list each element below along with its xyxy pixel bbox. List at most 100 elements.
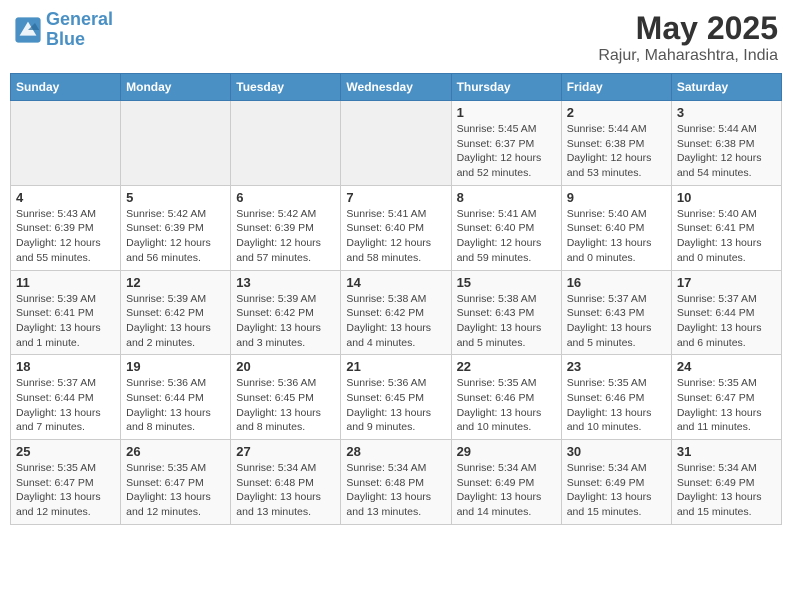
calendar-cell: 15Sunrise: 5:38 AM Sunset: 6:43 PM Dayli… <box>451 270 561 355</box>
day-number: 18 <box>16 359 115 374</box>
calendar-cell: 11 Sunrise: 5:39 AM Sunset: 6:41 PM Dayli… <box>11 270 121 355</box>
day-number: 4 <box>16 190 115 205</box>
day-number: 24 <box>677 359 776 374</box>
calendar-cell: 30Sunrise: 5:34 AM Sunset: 6:49 PM Dayli… <box>561 440 671 525</box>
day-info: Sunrise: 5:34 AM Sunset: 6:49 PM Dayligh… <box>677 461 776 520</box>
page-header: General Blue May 2025 Rajur, Maharashtra… <box>10 10 782 65</box>
day-info: Sunrise: 5:37 AM Sunset: 6:43 PM Dayligh… <box>567 292 666 351</box>
calendar-cell: 28Sunrise: 5:34 AM Sunset: 6:48 PM Dayli… <box>341 440 451 525</box>
day-number: 8 <box>457 190 556 205</box>
day-info: Sunrise: 5:34 AM Sunset: 6:48 PM Dayligh… <box>236 461 335 520</box>
day-header-sunday: Sunday <box>11 74 121 101</box>
calendar-cell: 4 Sunrise: 5:43 AM Sunset: 6:39 PM Daylig… <box>11 185 121 270</box>
calendar-cell: 25 Sunrise: 5:35 AM Sunset: 6:47 PM Dayli… <box>11 440 121 525</box>
day-number: 12 <box>126 275 225 290</box>
calendar-cell: 1 Sunrise: 5:45 AM Sunset: 6:37 PM Daylig… <box>451 101 561 186</box>
calendar-cell: 14Sunrise: 5:38 AM Sunset: 6:42 PM Dayli… <box>341 270 451 355</box>
calendar-cell: 3Sunrise: 5:44 AM Sunset: 6:38 PM Daylig… <box>671 101 781 186</box>
calendar-cell: 10 Sunrise: 5:40 AM Sunset: 6:41 PM Dayli… <box>671 185 781 270</box>
day-number: 23 <box>567 359 666 374</box>
calendar-cell: 8 Sunrise: 5:41 AM Sunset: 6:40 PM Daylig… <box>451 185 561 270</box>
day-number: 21 <box>346 359 445 374</box>
calendar-cell: 19Sunrise: 5:36 AM Sunset: 6:44 PM Dayli… <box>121 355 231 440</box>
day-header-saturday: Saturday <box>671 74 781 101</box>
day-info: Sunrise: 5:45 AM Sunset: 6:37 PM Dayligh… <box>457 122 556 181</box>
day-header-thursday: Thursday <box>451 74 561 101</box>
day-number: 17 <box>677 275 776 290</box>
day-info: Sunrise: 5:41 AM Sunset: 6:40 PM Dayligh… <box>346 207 445 266</box>
calendar-cell: 29 Sunrise: 5:34 AM Sunset: 6:49 PM Dayli… <box>451 440 561 525</box>
calendar-cell <box>11 101 121 186</box>
calendar-cell: 6Sunrise: 5:42 AM Sunset: 6:39 PM Daylig… <box>231 185 341 270</box>
day-info: Sunrise: 5:37 AM Sunset: 6:44 PM Dayligh… <box>677 292 776 351</box>
page-subtitle: Rajur, Maharashtra, India <box>598 47 778 65</box>
day-number: 7 <box>346 190 445 205</box>
calendar-cell: 20 Sunrise: 5:36 AM Sunset: 6:45 PM Dayli… <box>231 355 341 440</box>
day-number: 25 <box>16 444 115 459</box>
day-info: Sunrise: 5:35 AM Sunset: 6:47 PM Dayligh… <box>16 461 115 520</box>
day-info: Sunrise: 5:39 AM Sunset: 6:42 PM Dayligh… <box>126 292 225 351</box>
logo: General Blue <box>14 10 113 50</box>
calendar-cell: 13Sunrise: 5:39 AM Sunset: 6:42 PM Dayli… <box>231 270 341 355</box>
day-header-tuesday: Tuesday <box>231 74 341 101</box>
calendar-cell <box>341 101 451 186</box>
calendar-cell: 18 Sunrise: 5:37 AM Sunset: 6:44 PM Dayli… <box>11 355 121 440</box>
calendar-cell: 16Sunrise: 5:37 AM Sunset: 6:43 PM Dayli… <box>561 270 671 355</box>
day-number: 5 <box>126 190 225 205</box>
day-info: Sunrise: 5:43 AM Sunset: 6:39 PM Dayligh… <box>16 207 115 266</box>
day-number: 2 <box>567 105 666 120</box>
day-info: Sunrise: 5:42 AM Sunset: 6:39 PM Dayligh… <box>126 207 225 266</box>
calendar-week-0: 1 Sunrise: 5:45 AM Sunset: 6:37 PM Daylig… <box>11 101 782 186</box>
calendar-cell: 31 Sunrise: 5:34 AM Sunset: 6:49 PM Dayli… <box>671 440 781 525</box>
day-info: Sunrise: 5:39 AM Sunset: 6:41 PM Dayligh… <box>16 292 115 351</box>
calendar-cell: 2 Sunrise: 5:44 AM Sunset: 6:38 PM Daylig… <box>561 101 671 186</box>
day-info: Sunrise: 5:40 AM Sunset: 6:41 PM Dayligh… <box>677 207 776 266</box>
day-info: Sunrise: 5:35 AM Sunset: 6:46 PM Dayligh… <box>567 376 666 435</box>
calendar-cell: 24 Sunrise: 5:35 AM Sunset: 6:47 PM Dayli… <box>671 355 781 440</box>
day-number: 9 <box>567 190 666 205</box>
page-title: May 2025 <box>598 10 778 47</box>
day-number: 1 <box>457 105 556 120</box>
day-info: Sunrise: 5:35 AM Sunset: 6:47 PM Dayligh… <box>126 461 225 520</box>
day-number: 31 <box>677 444 776 459</box>
day-info: Sunrise: 5:38 AM Sunset: 6:43 PM Dayligh… <box>457 292 556 351</box>
day-number: 13 <box>236 275 335 290</box>
day-info: Sunrise: 5:37 AM Sunset: 6:44 PM Dayligh… <box>16 376 115 435</box>
day-info: Sunrise: 5:34 AM Sunset: 6:49 PM Dayligh… <box>457 461 556 520</box>
day-number: 30 <box>567 444 666 459</box>
day-number: 11 <box>16 275 115 290</box>
day-info: Sunrise: 5:36 AM Sunset: 6:45 PM Dayligh… <box>236 376 335 435</box>
calendar-cell: 21 Sunrise: 5:36 AM Sunset: 6:45 PM Dayli… <box>341 355 451 440</box>
calendar-week-4: 25 Sunrise: 5:35 AM Sunset: 6:47 PM Dayli… <box>11 440 782 525</box>
day-info: Sunrise: 5:35 AM Sunset: 6:46 PM Dayligh… <box>457 376 556 435</box>
logo-line1: General <box>46 9 113 29</box>
day-info: Sunrise: 5:41 AM Sunset: 6:40 PM Dayligh… <box>457 207 556 266</box>
day-header-friday: Friday <box>561 74 671 101</box>
day-info: Sunrise: 5:35 AM Sunset: 6:47 PM Dayligh… <box>677 376 776 435</box>
calendar-cell: 22 Sunrise: 5:35 AM Sunset: 6:46 PM Dayli… <box>451 355 561 440</box>
day-info: Sunrise: 5:44 AM Sunset: 6:38 PM Dayligh… <box>567 122 666 181</box>
day-number: 20 <box>236 359 335 374</box>
logo-line2: Blue <box>46 29 85 49</box>
calendar-cell: 27 Sunrise: 5:34 AM Sunset: 6:48 PM Dayli… <box>231 440 341 525</box>
day-number: 22 <box>457 359 556 374</box>
calendar-cell <box>121 101 231 186</box>
day-number: 28 <box>346 444 445 459</box>
calendar-week-1: 4 Sunrise: 5:43 AM Sunset: 6:39 PM Daylig… <box>11 185 782 270</box>
calendar-cell <box>231 101 341 186</box>
calendar-cell: 7 Sunrise: 5:41 AM Sunset: 6:40 PM Daylig… <box>341 185 451 270</box>
calendar-week-2: 11 Sunrise: 5:39 AM Sunset: 6:41 PM Dayli… <box>11 270 782 355</box>
logo-text: General Blue <box>46 10 113 50</box>
day-number: 29 <box>457 444 556 459</box>
calendar-week-3: 18 Sunrise: 5:37 AM Sunset: 6:44 PM Dayli… <box>11 355 782 440</box>
day-header-monday: Monday <box>121 74 231 101</box>
calendar-cell: 9Sunrise: 5:40 AM Sunset: 6:40 PM Daylig… <box>561 185 671 270</box>
calendar-cell: 17 Sunrise: 5:37 AM Sunset: 6:44 PM Dayli… <box>671 270 781 355</box>
day-number: 27 <box>236 444 335 459</box>
calendar-cell: 26 Sunrise: 5:35 AM Sunset: 6:47 PM Dayli… <box>121 440 231 525</box>
day-info: Sunrise: 5:36 AM Sunset: 6:45 PM Dayligh… <box>346 376 445 435</box>
day-info: Sunrise: 5:42 AM Sunset: 6:39 PM Dayligh… <box>236 207 335 266</box>
day-info: Sunrise: 5:38 AM Sunset: 6:42 PM Dayligh… <box>346 292 445 351</box>
day-number: 26 <box>126 444 225 459</box>
day-number: 10 <box>677 190 776 205</box>
